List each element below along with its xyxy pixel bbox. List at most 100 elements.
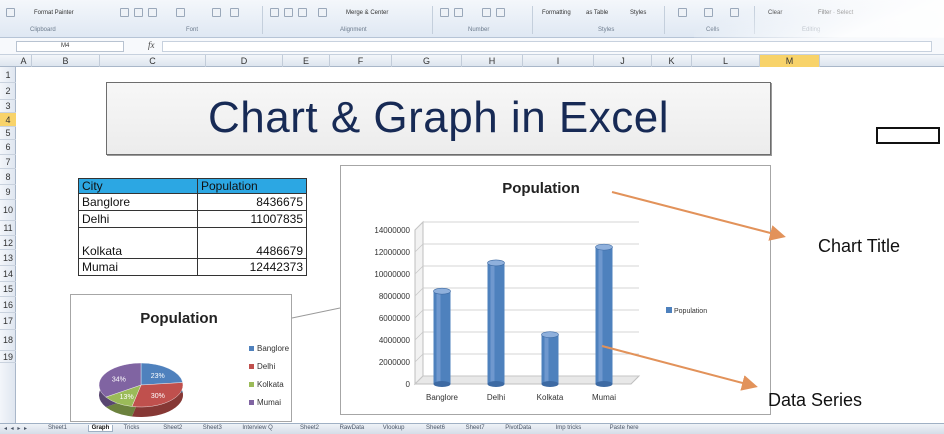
bar-banglore[interactable]: [433, 287, 451, 387]
sheet-tab[interactable]: Sheet2: [300, 425, 319, 431]
selected-cell[interactable]: [876, 127, 940, 144]
filter-select-button[interactable]: Filter · Select: [818, 10, 853, 16]
bar-highlight: [436, 291, 441, 384]
border-icon[interactable]: [176, 8, 185, 17]
table-cell[interactable]: 4486679: [197, 227, 307, 259]
sheet-tab[interactable]: Paste here: [610, 425, 639, 431]
italic-icon[interactable]: [134, 8, 143, 17]
merge-center-button[interactable]: Merge & Center: [346, 10, 388, 16]
legend-swatch: [249, 346, 254, 351]
pie-chart[interactable]: Population 23% 30% 13% 34% Banglore Delhi Kolka…: [70, 294, 292, 422]
indent-icon[interactable]: [318, 8, 327, 17]
decimal-icon[interactable]: [482, 8, 491, 17]
underline-icon[interactable]: [148, 8, 157, 17]
column-header-c[interactable]: C: [100, 55, 206, 67]
table-cell[interactable]: 12442373: [197, 258, 307, 276]
column-header-b[interactable]: B: [32, 55, 100, 67]
table-header-cell[interactable]: Population: [197, 178, 307, 194]
row-header-8[interactable]: 8: [0, 169, 16, 185]
row-header-17[interactable]: 17: [0, 313, 16, 330]
sheet-tab[interactable]: RawData: [340, 425, 365, 431]
row-header-12[interactable]: 12: [0, 236, 16, 250]
table-header-cell[interactable]: City: [78, 178, 198, 194]
row-header-6[interactable]: 6: [0, 140, 16, 155]
row-header-15[interactable]: 15: [0, 282, 16, 297]
sheet-tab[interactable]: Tricks: [124, 425, 140, 431]
sheet-tab[interactable]: Sheet7: [466, 425, 485, 431]
sheet-tab[interactable]: Sheet6: [426, 425, 445, 431]
fill-color-icon[interactable]: [212, 8, 221, 17]
row-header-13[interactable]: 13: [0, 250, 16, 266]
paste-icon[interactable]: [6, 8, 15, 17]
sheet-tab[interactable]: Sheet2: [163, 425, 182, 431]
table-cell[interactable]: Kolkata: [78, 227, 198, 259]
bar-mumai[interactable]: [595, 243, 613, 387]
name-box[interactable]: M4: [16, 41, 124, 52]
sheet-tab[interactable]: Imp tricks: [556, 425, 582, 431]
table-cell[interactable]: Delhi: [78, 210, 198, 228]
column-header-k[interactable]: K: [652, 55, 692, 67]
font-color-icon[interactable]: [230, 8, 239, 17]
bar-delhi[interactable]: [487, 259, 505, 387]
sheet-tab[interactable]: Interview Q: [242, 425, 272, 431]
y-tick-label: 0: [406, 380, 411, 389]
row-header-18[interactable]: 18: [0, 330, 16, 351]
format-cells-icon[interactable]: [730, 8, 739, 17]
column-header-m[interactable]: M: [760, 55, 820, 67]
column-header-i[interactable]: I: [523, 55, 594, 67]
row-header-10[interactable]: 10: [0, 200, 16, 221]
align-left-icon[interactable]: [270, 8, 279, 17]
column-header-a[interactable]: A: [16, 55, 32, 67]
column-header-d[interactable]: D: [206, 55, 283, 67]
row-header-1[interactable]: 1: [0, 67, 16, 83]
sheet-tab[interactable]: Graph: [87, 425, 114, 432]
insert-cells-icon[interactable]: [678, 8, 687, 17]
row-header-2[interactable]: 2: [0, 83, 16, 100]
bar-kolkata[interactable]: [541, 331, 559, 387]
column-chart[interactable]: Population 0 2000000 4000000 6000000 8000000 1…: [340, 165, 771, 415]
row-header-19[interactable]: 19: [0, 351, 16, 363]
sheet-tab[interactable]: Vlookup: [383, 425, 405, 431]
row-header-9[interactable]: 9: [0, 185, 16, 200]
column-header-g[interactable]: G: [392, 55, 462, 67]
bar-top: [541, 331, 559, 338]
row-header-3[interactable]: 3: [0, 100, 16, 113]
bar-body: [433, 291, 451, 384]
decimal-decrease-icon[interactable]: [496, 8, 505, 17]
row-header-5[interactable]: 5: [0, 127, 16, 140]
row-header-14[interactable]: 14: [0, 266, 16, 282]
sheet-tab[interactable]: Sheet1: [48, 425, 67, 431]
format-as-table-button[interactable]: as Table: [586, 10, 608, 16]
formula-input[interactable]: [162, 41, 932, 52]
delete-cells-icon[interactable]: [704, 8, 713, 17]
row-header-16[interactable]: 16: [0, 297, 16, 313]
sheet-tab[interactable]: PivotData: [505, 425, 531, 431]
title-banner[interactable]: Chart & Graph in Excel: [106, 82, 771, 155]
tab-scroll-arrows-icon[interactable]: ◂ ◂ ▸ ▸: [4, 425, 28, 432]
clear-button[interactable]: Clear: [768, 10, 782, 16]
format-painter-button[interactable]: Format Painter: [34, 10, 74, 16]
column-header-f[interactable]: F: [330, 55, 392, 67]
column-headers: ABCDEFGHIJKLM: [0, 55, 944, 67]
table-cell[interactable]: Banglore: [78, 193, 198, 211]
column-header-e[interactable]: E: [283, 55, 330, 67]
table-cell[interactable]: 8436675: [197, 193, 307, 211]
align-center-icon[interactable]: [284, 8, 293, 17]
column-header-j[interactable]: J: [594, 55, 652, 67]
percent-icon[interactable]: [454, 8, 463, 17]
cell-styles-button[interactable]: Styles: [630, 10, 646, 16]
bold-icon[interactable]: [120, 8, 129, 17]
column-header-h[interactable]: H: [462, 55, 523, 67]
pie-data-label: 34%: [112, 377, 126, 384]
row-header-4[interactable]: 4: [0, 113, 16, 127]
table-cell[interactable]: Mumai: [78, 258, 198, 276]
currency-icon[interactable]: [440, 8, 449, 17]
column-header-l[interactable]: L: [692, 55, 760, 67]
function-icon[interactable]: fx: [148, 40, 155, 50]
align-right-icon[interactable]: [298, 8, 307, 17]
row-header-7[interactable]: 7: [0, 155, 16, 169]
row-header-11[interactable]: 11: [0, 221, 16, 236]
sheet-tab[interactable]: Sheet3: [203, 425, 222, 431]
table-cell[interactable]: 11007835: [197, 210, 307, 228]
conditional-formatting-button[interactable]: Formatting: [542, 10, 571, 16]
